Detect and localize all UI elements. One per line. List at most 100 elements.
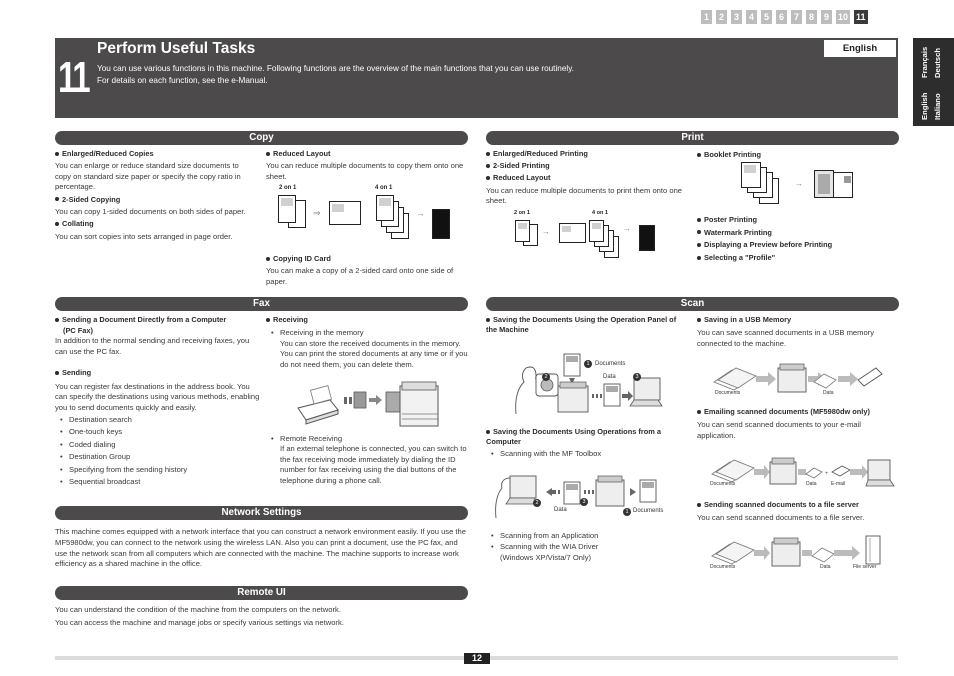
step-3-badge: 3 bbox=[580, 498, 588, 506]
bullet-icon bbox=[486, 151, 490, 156]
arrow-icon: → bbox=[542, 227, 550, 236]
label-data: Data bbox=[603, 374, 616, 380]
lang-italiano[interactable]: Italiano bbox=[933, 93, 943, 120]
scan-email-block: Emailing scanned documents (MF5980dw onl… bbox=[697, 407, 897, 441]
print-item: Poster Printing bbox=[697, 215, 897, 225]
label-data: Data bbox=[554, 507, 567, 513]
lang-deutsch[interactable]: Deutsch bbox=[933, 48, 943, 78]
page-number: 12 bbox=[464, 653, 490, 664]
chapter-tab-8[interactable]: 8 bbox=[806, 10, 817, 24]
scan-panel-block: Saving the Documents Using the Operation… bbox=[486, 315, 686, 335]
scan-usb-text: You can save scanned documents in a USB … bbox=[697, 328, 875, 348]
chapter-tab-3[interactable]: 3 bbox=[731, 10, 742, 24]
chapter-tab-9[interactable]: 9 bbox=[821, 10, 832, 24]
document-icon bbox=[376, 195, 394, 221]
list-item: Coded dialing bbox=[55, 440, 260, 451]
print-item: 2-Sided Printing bbox=[486, 161, 686, 171]
copy-enlarged-text: You can enlarge or reduce standard size … bbox=[55, 161, 241, 192]
copy-idcard-heading: Copying ID Card bbox=[266, 254, 466, 264]
chapter-tab-6[interactable]: 6 bbox=[776, 10, 787, 24]
scan-usb-heading: Saving in a USB Memory bbox=[697, 315, 897, 325]
bullet-icon bbox=[266, 151, 270, 156]
heading-text: Poster Printing bbox=[704, 215, 757, 224]
document-icon bbox=[278, 195, 296, 223]
document-icon bbox=[329, 201, 361, 225]
bullet-icon bbox=[486, 429, 490, 434]
heading-text: Selecting a "Profile" bbox=[704, 253, 776, 263]
copy-reduced-heading: Reduced Layout bbox=[266, 149, 466, 159]
fax-receiving-heading: Receiving bbox=[266, 315, 471, 325]
copy-idcard-block: Copying ID Card You can make a copy of a… bbox=[266, 254, 466, 287]
fax-sending-list: Destination search One-touch keys Coded … bbox=[55, 415, 260, 488]
document-icon bbox=[515, 220, 530, 242]
heading-text: Sending a Document Directly from a Compu… bbox=[62, 315, 227, 324]
scan-server-text: You can send scanned documents to a file… bbox=[697, 513, 865, 523]
scan-computer-illustration: 2 Data 3 1 Documents bbox=[490, 472, 680, 520]
step-1-badge: 1 bbox=[623, 508, 631, 516]
label-4-on-1: 4 on 1 bbox=[375, 185, 393, 191]
label-data: Data bbox=[806, 481, 817, 487]
bullet-icon bbox=[486, 317, 490, 322]
print-reduced-text: You can reduce multiple documents to pri… bbox=[486, 185, 683, 206]
fax-memory-heading: Receiving in the memory bbox=[266, 328, 471, 339]
fax-machine-icon bbox=[297, 381, 439, 427]
chapter-tab-1[interactable]: 1 bbox=[701, 10, 712, 24]
remote-ui-section-header: Remote UI bbox=[55, 586, 468, 600]
label-file-server: File server bbox=[853, 564, 877, 570]
label-documents: Documents bbox=[595, 361, 626, 367]
step-1-badge: 1 bbox=[584, 360, 592, 368]
chapter-tab-7[interactable]: 7 bbox=[791, 10, 802, 24]
heading-text: Saving the Documents Using the Operation… bbox=[486, 315, 677, 335]
label-4-on-1: 4 on 1 bbox=[592, 210, 608, 216]
chapter-tab-4[interactable]: 4 bbox=[746, 10, 757, 24]
print-reduced-layout-illustration: 2 on 1 4 on 1 → → bbox=[486, 208, 686, 268]
fax-pcfax-text: In addition to the normal sending and re… bbox=[55, 336, 250, 356]
list-item: Destination Group bbox=[55, 452, 260, 463]
remote-ui-line-2: You can access the machine and manage jo… bbox=[55, 618, 344, 628]
step-2-badge: 2 bbox=[533, 499, 541, 507]
label-data: Data bbox=[823, 390, 834, 396]
fax-pcfax-heading: Sending a Document Directly from a Compu… bbox=[55, 315, 260, 325]
bullet-icon bbox=[55, 317, 59, 322]
fax-left-column: Sending a Document Directly from a Compu… bbox=[55, 315, 260, 488]
bullet-icon bbox=[697, 242, 701, 247]
list-item: Destination search bbox=[55, 415, 260, 426]
heading-text: Enlarged/Reduced Copies bbox=[62, 149, 154, 158]
chapter-tab-10[interactable]: 10 bbox=[836, 10, 851, 24]
heading-text: Sending bbox=[62, 368, 92, 378]
heading-text: Saving the Documents Using Operations fr… bbox=[486, 427, 661, 447]
copy-section-header: Copy bbox=[55, 131, 468, 145]
bullet-icon bbox=[697, 152, 701, 157]
step-2-badge: 2 bbox=[542, 373, 550, 381]
chapter-tab-11[interactable]: 11 bbox=[854, 10, 868, 24]
chapter-tab-5[interactable]: 5 bbox=[761, 10, 772, 24]
arrow-icon: ⇒ bbox=[313, 208, 321, 218]
chapter-tabs: 1 2 3 4 5 6 7 8 9 10 11 bbox=[701, 10, 868, 24]
heading-text: Enlarged/Reduced Printing bbox=[493, 149, 588, 158]
lang-english[interactable]: English bbox=[920, 93, 930, 120]
chapter-number: 11 bbox=[58, 53, 91, 102]
network-text: This machine comes equipped with a netwo… bbox=[55, 527, 466, 569]
language-side-tab[interactable]: English Français Italiano Deutsch bbox=[913, 38, 954, 126]
copy-reduced-layout-illustration: 2 on 1 4 on 1 ⇒ → bbox=[266, 183, 466, 251]
bullet-icon bbox=[697, 230, 701, 235]
copy-2sided-text: You can copy 1-sided documents on both s… bbox=[55, 206, 246, 216]
scan-section-header: Scan bbox=[486, 297, 899, 311]
network-section-header: Network Settings bbox=[55, 506, 468, 520]
list-item-continuation: (Windows XP/Vista/7 Only) bbox=[500, 552, 592, 562]
header-description: You can use various functions in this ma… bbox=[97, 63, 574, 87]
fax-section-header: Fax bbox=[55, 297, 468, 311]
heading-text: Booklet Printing bbox=[704, 150, 762, 159]
scan-server-heading: Sending scanned documents to a file serv… bbox=[697, 500, 897, 510]
lang-francais[interactable]: Français bbox=[920, 47, 930, 78]
heading-text: Collating bbox=[62, 219, 94, 229]
scan-email-diagram: + bbox=[711, 457, 895, 487]
copy-enlarged-heading: Enlarged/Reduced Copies bbox=[55, 149, 255, 159]
heading-text: Reduced Layout bbox=[273, 149, 331, 158]
chapter-tab-2[interactable]: 2 bbox=[716, 10, 727, 24]
copy-collating-heading: Collating bbox=[55, 219, 255, 229]
remote-ui-line-1: You can understand the condition of the … bbox=[55, 605, 341, 614]
bullet-icon bbox=[266, 317, 270, 322]
heading-text: 2-Sided Printing bbox=[493, 161, 550, 171]
fax-sending-heading: Sending bbox=[55, 368, 260, 378]
